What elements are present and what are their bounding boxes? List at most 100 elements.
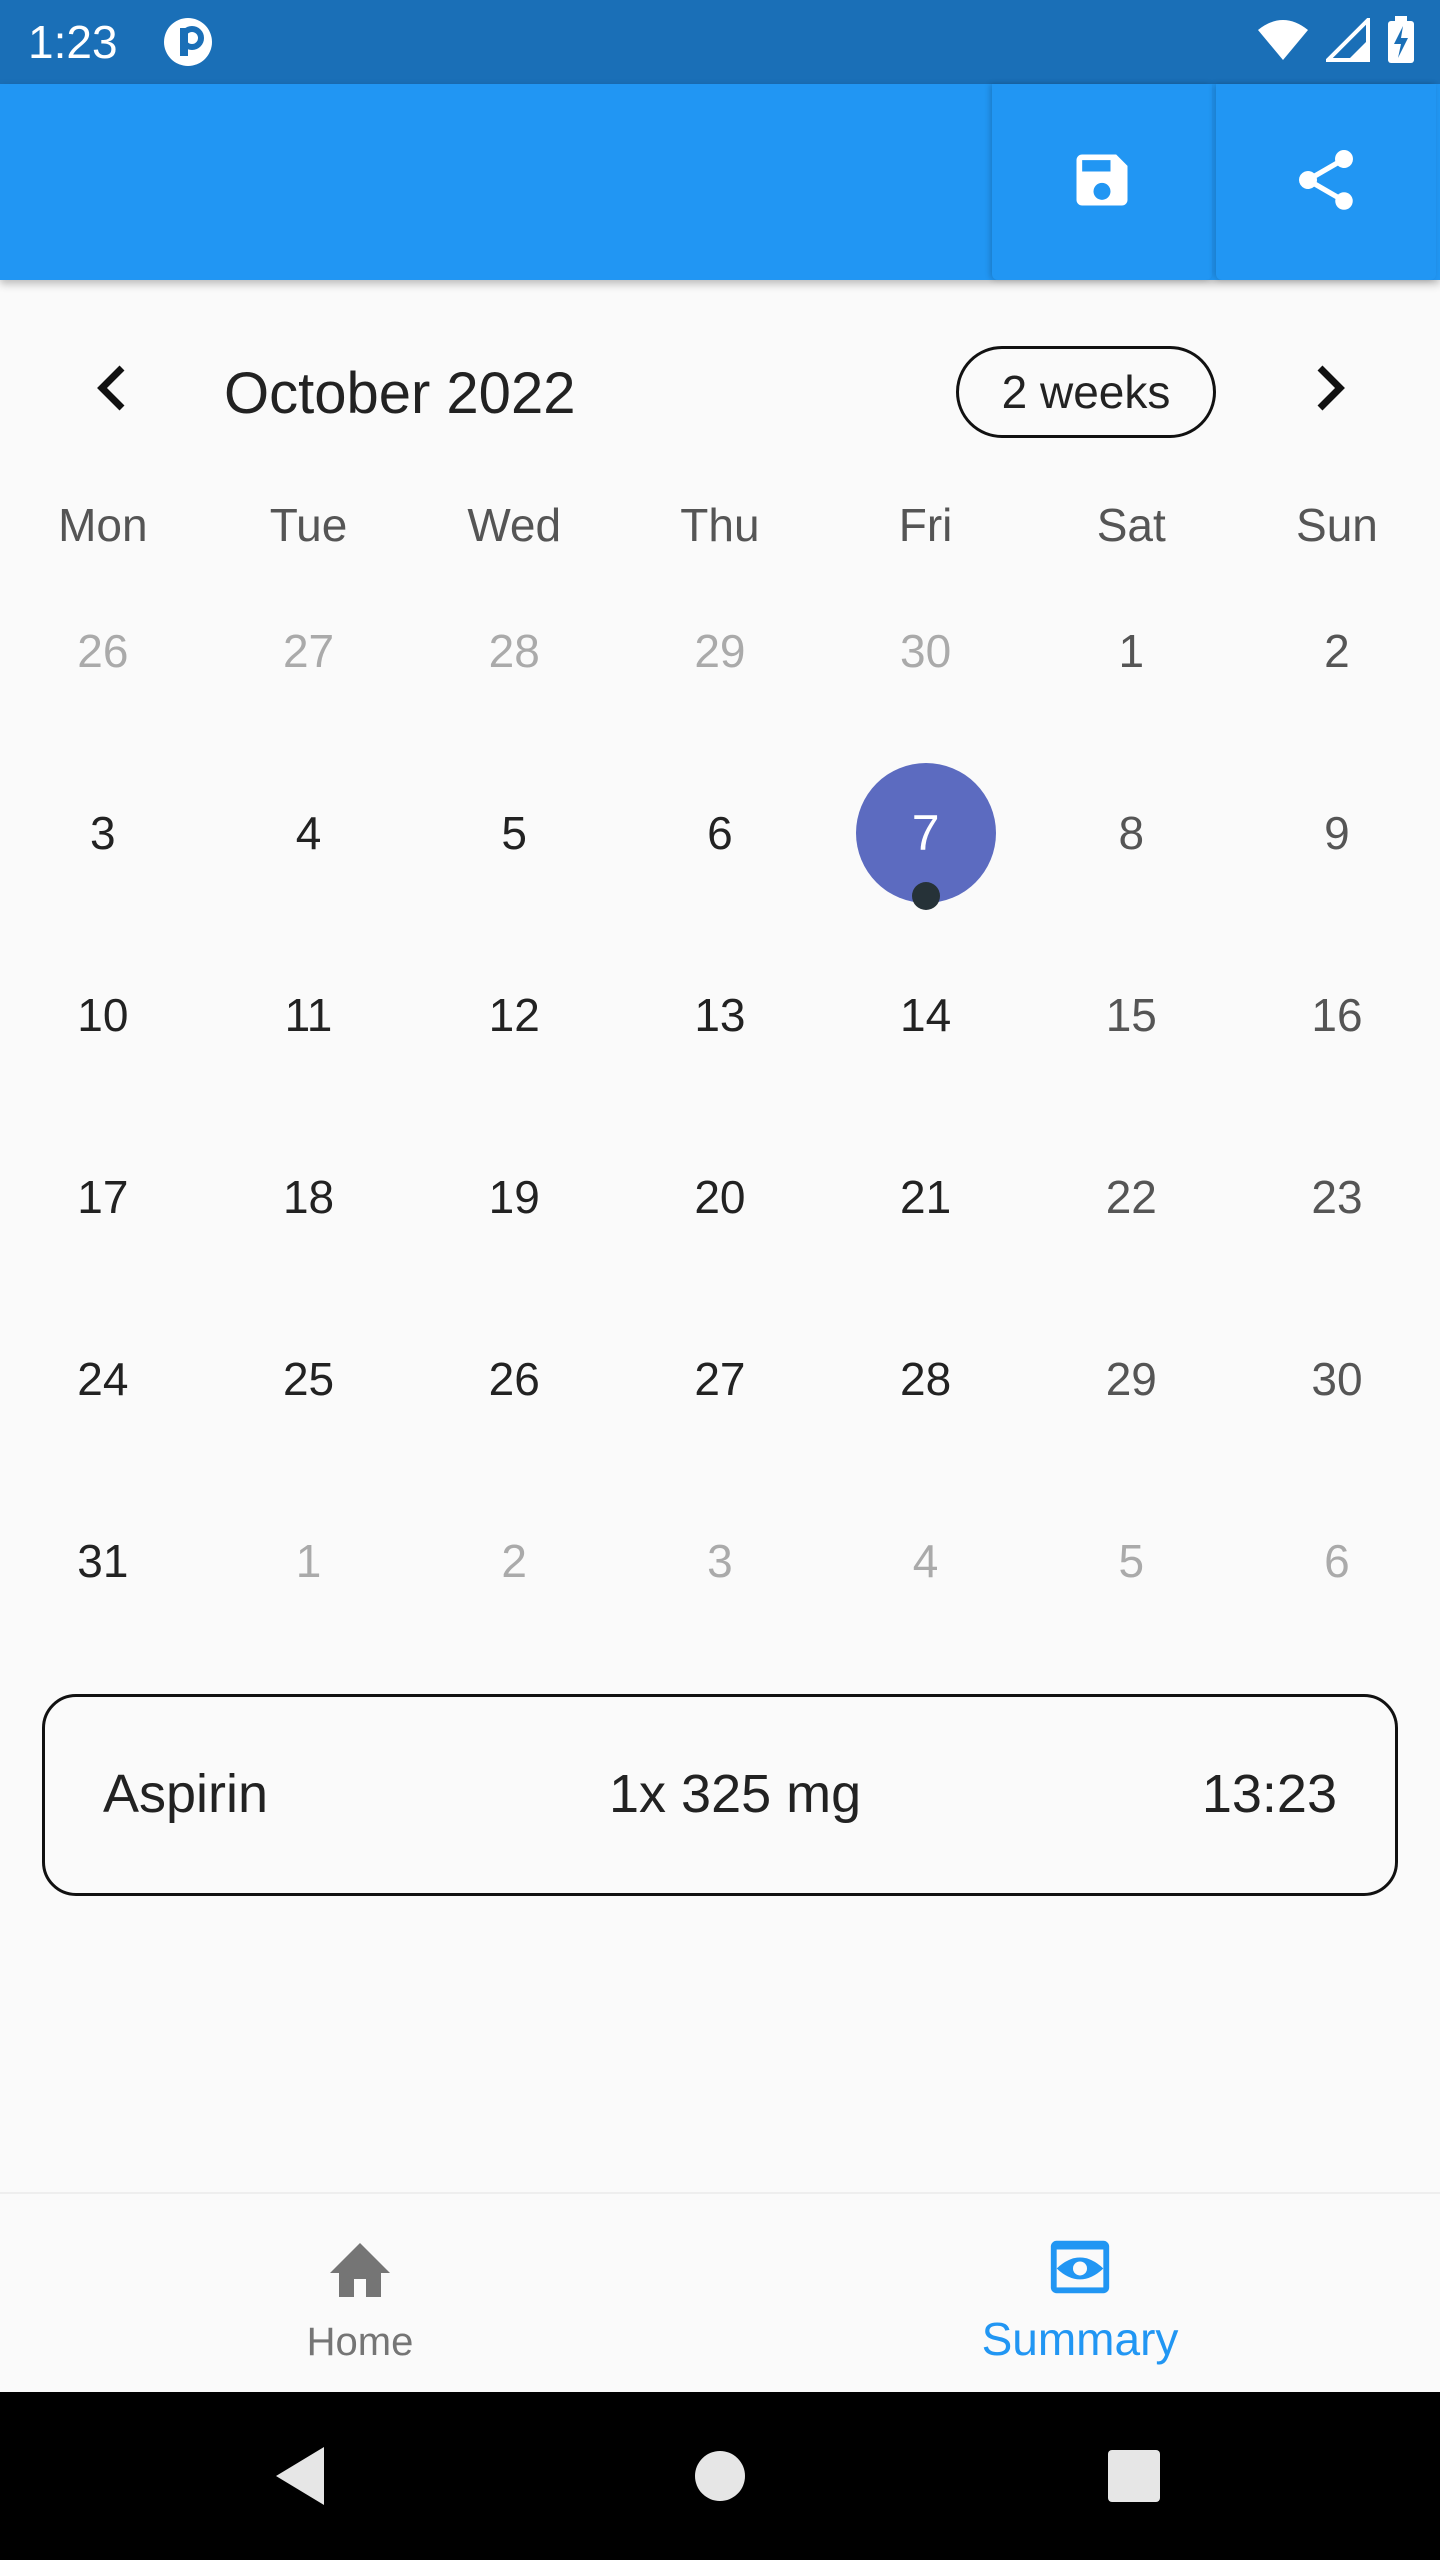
calendar-day[interactable]: 2 — [411, 1470, 617, 1652]
calendar-day-number: 27 — [694, 1353, 746, 1405]
calendar-day-number: 20 — [694, 1171, 746, 1223]
calendar-day[interactable]: 11 — [206, 924, 412, 1106]
calendar-day-number: 2 — [1324, 625, 1350, 677]
calendar-day[interactable]: 25 — [206, 1288, 412, 1470]
calendar-day[interactable]: 22 — [1028, 1106, 1234, 1288]
calendar-day[interactable]: 2 — [1234, 560, 1440, 742]
calendar-day[interactable]: 28 — [823, 1288, 1029, 1470]
calendar-day-number: 4 — [912, 1535, 939, 1587]
calendar-day[interactable]: 3 — [0, 742, 206, 924]
calendar-day[interactable]: 30 — [823, 560, 1029, 742]
calendar-format-button[interactable]: 2 weeks — [956, 346, 1216, 438]
calendar-day[interactable]: 27 — [617, 1288, 823, 1470]
calendar-day[interactable]: 19 — [411, 1106, 617, 1288]
calendar-day[interactable]: 12 — [411, 924, 617, 1106]
calendar-day-number: 15 — [1105, 989, 1157, 1041]
next-month-button[interactable] — [1298, 358, 1362, 422]
nav-label-home: Home — [306, 2320, 414, 2364]
calendar-day-number: 3 — [707, 1535, 733, 1587]
calendar-day[interactable]: 3 — [617, 1470, 823, 1652]
calendar-day[interactable]: 1 — [206, 1470, 412, 1652]
calendar-day-number: 26 — [488, 1353, 540, 1405]
weekday-label: Tue — [269, 499, 348, 551]
home-icon — [324, 2234, 396, 2305]
calendar-day-number: 28 — [900, 1353, 952, 1405]
calendar-day[interactable]: 26 — [0, 560, 206, 742]
calendar-day-selected[interactable]: 7 — [823, 742, 1029, 924]
battery-charging-icon — [1386, 16, 1416, 69]
calendar-day[interactable]: 21 — [823, 1106, 1029, 1288]
calendar-day[interactable]: 16 — [1234, 924, 1440, 1106]
calendar-day[interactable]: 10 — [0, 924, 206, 1106]
calendar-day-number: 10 — [77, 989, 129, 1041]
calendar-week-row: 3 4 5 6 7 8 9 — [0, 742, 1440, 924]
weekday-label: Mon — [58, 499, 148, 551]
calendar-week-row: 17 18 19 20 21 22 23 — [0, 1106, 1440, 1288]
calendar-day[interactable]: 27 — [206, 560, 412, 742]
calendar-day[interactable]: 6 — [1234, 1470, 1440, 1652]
back-icon — [272, 2445, 328, 2512]
calendar-day[interactable]: 23 — [1234, 1106, 1440, 1288]
calendar-day[interactable]: 28 — [411, 560, 617, 742]
calendar-day[interactable]: 18 — [206, 1106, 412, 1288]
event-time: 13:23 — [1201, 1764, 1337, 1824]
system-back-button[interactable] — [262, 2440, 338, 2516]
calendar-day[interactable]: 26 — [411, 1288, 617, 1470]
calendar-day-number: 27 — [282, 625, 335, 677]
calendar-day[interactable]: 15 — [1028, 924, 1234, 1106]
calendar-day[interactable]: 30 — [1234, 1288, 1440, 1470]
calendar-day[interactable]: 5 — [411, 742, 617, 924]
calendar-day-number: 30 — [900, 625, 952, 677]
calendar-day[interactable]: 17 — [0, 1106, 206, 1288]
calendar-day-number: 14 — [900, 989, 952, 1041]
previous-month-button[interactable] — [80, 358, 144, 422]
calendar-day[interactable]: 14 — [823, 924, 1029, 1106]
calendar-day-number: 5 — [501, 807, 528, 859]
calendar-day-number: 11 — [284, 989, 333, 1041]
event-medication-name: Aspirin — [103, 1764, 269, 1824]
calendar-day[interactable]: 29 — [1028, 1288, 1234, 1470]
calendar-day-number: 13 — [694, 989, 746, 1041]
calendar-day[interactable]: 9 — [1234, 742, 1440, 924]
nav-item-home[interactable]: Home — [0, 2194, 720, 2394]
calendar-header: October 2022 2 weeks — [0, 330, 1440, 450]
calendar-day[interactable]: 4 — [206, 742, 412, 924]
app-bar — [0, 84, 1440, 280]
calendar-day[interactable]: 4 — [823, 1470, 1029, 1652]
calendar-day-number: 26 — [77, 625, 129, 677]
save-button[interactable] — [992, 84, 1212, 280]
calendar-day[interactable]: 29 — [617, 560, 823, 742]
calendar-day[interactable]: 13 — [617, 924, 823, 1106]
calendar-day[interactable]: 31 — [0, 1470, 206, 1652]
calendar-day-number: 9 — [1324, 807, 1350, 859]
event-card[interactable]: Aspirin 1x 325 mg 13:23 — [42, 1694, 1398, 1896]
calendar-week-row: 10 11 12 13 14 15 16 — [0, 924, 1440, 1106]
calendar-day-number: 19 — [488, 1171, 540, 1223]
system-home-button[interactable] — [682, 2440, 758, 2516]
nav-item-summary[interactable]: Summary — [720, 2194, 1440, 2394]
calendar-day[interactable]: 5 — [1028, 1470, 1234, 1652]
calendar-day-number: 24 — [77, 1353, 129, 1405]
system-recents-button[interactable] — [1096, 2440, 1172, 2516]
calendar-day-number: 12 — [488, 989, 540, 1041]
calendar-day-number: 1 — [1118, 625, 1145, 677]
calendar-day[interactable]: 24 — [0, 1288, 206, 1470]
calendar-day-number: 4 — [295, 807, 322, 859]
weekday-label: Sun — [1296, 499, 1378, 551]
weekday-label: Fri — [898, 499, 953, 551]
calendar-day-number: 17 — [77, 1171, 129, 1223]
calendar-day-number: 28 — [488, 625, 540, 677]
share-icon — [1290, 144, 1362, 221]
calendar-day-number: 30 — [1311, 1353, 1363, 1405]
app-notification-icon — [162, 16, 214, 68]
calendar-day[interactable]: 6 — [617, 742, 823, 924]
wifi-icon — [1256, 18, 1310, 67]
calendar-day[interactable]: 20 — [617, 1106, 823, 1288]
share-button[interactable] — [1216, 84, 1436, 280]
calendar-week-row: 24 25 26 27 28 29 30 — [0, 1288, 1440, 1470]
nav-label-summary: Summary — [981, 2313, 1179, 2365]
calendar-day[interactable]: 1 — [1028, 560, 1234, 742]
calendar-day-number: 25 — [282, 1353, 335, 1405]
calendar-day[interactable]: 8 — [1028, 742, 1234, 924]
calendar-day-number: 5 — [1118, 1535, 1145, 1587]
